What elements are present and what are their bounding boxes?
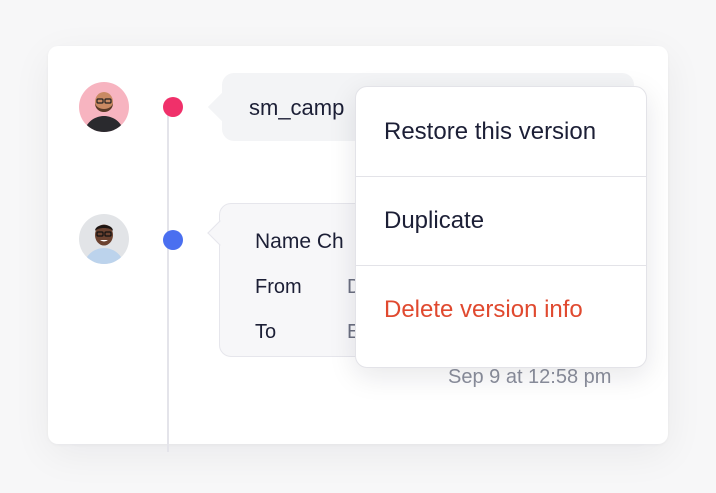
avatar[interactable] [79,214,129,264]
restore-version-menu-item[interactable]: Restore this version [356,87,646,176]
person-avatar-icon [79,214,129,264]
person-avatar-icon [79,82,129,132]
duplicate-menu-item[interactable]: Duplicate [356,176,646,265]
timeline-line [167,106,169,452]
timestamp: Sep 9 at 12:58 pm [448,366,612,388]
version-name: sm_camp [249,95,345,120]
version-context-menu: Restore this version Duplicate Delete ve… [355,86,647,368]
change-title: Name Ch [255,230,344,253]
timeline-dot [163,230,183,250]
delete-version-info-menu-item[interactable]: Delete version info [356,265,646,354]
timeline-dot [163,97,183,117]
to-label: To [255,321,277,343]
from-label: From [255,276,302,298]
avatar[interactable] [79,82,129,132]
